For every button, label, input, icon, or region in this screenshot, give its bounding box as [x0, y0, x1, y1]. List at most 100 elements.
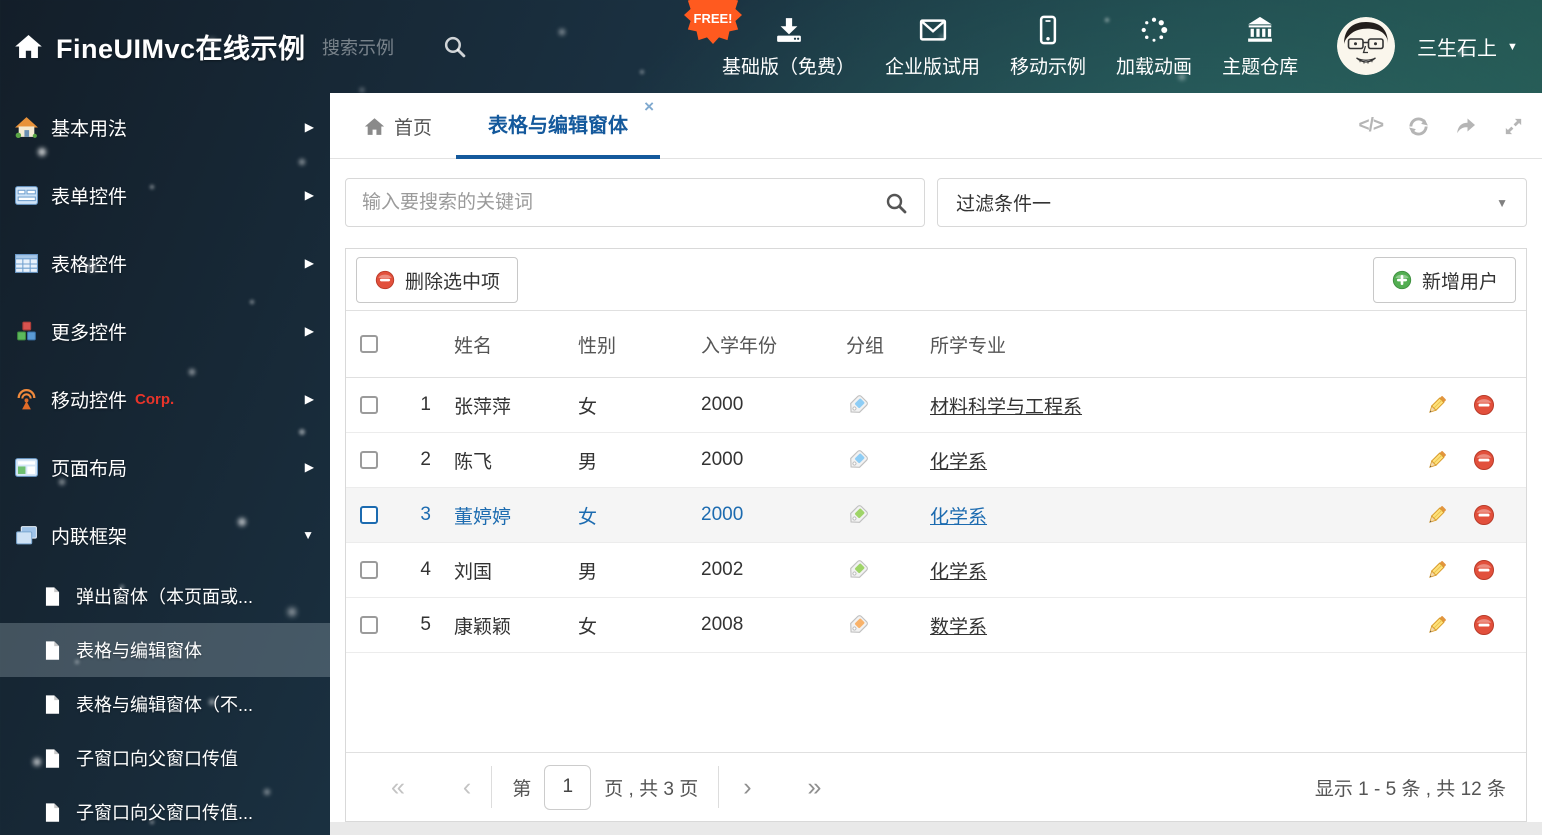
delete-selected-label: 删除选中项: [405, 271, 501, 293]
tab-active[interactable]: 表格与编辑窗体 ×: [456, 93, 660, 159]
major-link[interactable]: 材料科学与工程系: [930, 397, 1082, 418]
row-checkbox[interactable]: [359, 451, 378, 469]
table-row[interactable]: 2 陈飞 男 2000 化学系: [346, 433, 1526, 488]
source-code-icon[interactable]: </>: [1359, 115, 1385, 137]
delete-row-icon[interactable]: [1472, 393, 1496, 417]
app-header: FineUIMvc在线示例 搜索示例 FREE! 基础版（免费） 企业版试用 移…: [0, 0, 1542, 93]
grid-panel: 删除选中项 新增用户 姓名 性别 入学年份 分组 所学专业 1 张萍萍 女 20…: [345, 248, 1527, 822]
row-checkbox[interactable]: [359, 506, 378, 524]
search-icon[interactable]: [442, 34, 467, 59]
filter-row: 过滤条件一 ▼: [345, 178, 1527, 227]
sidebar-subitem[interactable]: 子窗口向父窗口传值: [0, 731, 330, 785]
avatar[interactable]: [1337, 17, 1395, 75]
sidebar-subitem[interactable]: 表格与编辑窗体: [0, 623, 330, 677]
major-link[interactable]: 化学系: [930, 452, 987, 473]
avatar-image: [1337, 17, 1395, 75]
sidebar-item[interactable]: 内联框架 ▼: [0, 501, 330, 569]
header-nav-item[interactable]: 移动示例: [1010, 15, 1086, 79]
row-checkbox[interactable]: [359, 561, 378, 579]
tab-home-label: 首页: [394, 117, 433, 139]
table-row[interactable]: 1 张萍萍 女 2000 材料科学与工程系: [346, 378, 1526, 433]
cell-gender: 男: [578, 451, 598, 473]
edit-icon[interactable]: [1425, 558, 1449, 582]
header-nav: 基础版（免费） 企业版试用 移动示例 加载动画 主题仓库: [722, 0, 1298, 93]
header-nav-item[interactable]: 基础版（免费）: [722, 15, 855, 79]
major-link[interactable]: 化学系: [930, 562, 987, 583]
column-header-group[interactable]: 分组: [846, 331, 930, 358]
delete-row-icon[interactable]: [1472, 448, 1496, 472]
column-header-major[interactable]: 所学专业: [930, 331, 1394, 358]
delete-row-icon[interactable]: [1472, 613, 1496, 637]
sidebar-item-label: 基本用法: [51, 118, 128, 140]
sidebar-item-icon: [14, 251, 39, 276]
keyword-search-input[interactable]: [362, 191, 884, 214]
edit-icon[interactable]: [1425, 393, 1449, 417]
select-all-checkbox[interactable]: [359, 335, 378, 353]
page-number-input[interactable]: [544, 764, 592, 810]
delete-selected-button[interactable]: 删除选中项: [356, 257, 519, 303]
cell-gender: 女: [578, 506, 598, 528]
table-row[interactable]: 4 刘国 男 2002 化学系: [346, 543, 1526, 598]
add-user-button[interactable]: 新增用户: [1372, 257, 1516, 303]
refresh-icon[interactable]: [1407, 115, 1430, 138]
table-row[interactable]: 5 康颖颖 女 2008 数学系: [346, 598, 1526, 653]
sidebar-item[interactable]: 移动控件 Corp. ▶: [0, 365, 330, 433]
cell-gender: 女: [578, 396, 598, 418]
sidebar-subitem[interactable]: 子窗口向父窗口传值...: [0, 785, 330, 835]
divider: [491, 766, 493, 808]
prev-page-button[interactable]: ‹: [463, 774, 471, 800]
delete-row-icon[interactable]: [1472, 558, 1496, 582]
file-icon: [42, 802, 63, 823]
last-page-button[interactable]: »: [808, 774, 822, 800]
tag-icon: [846, 614, 869, 637]
sidebar-item-icon: [14, 455, 39, 480]
sidebar-item[interactable]: 更多控件 ▶: [0, 297, 330, 365]
sidebar-item-label: 页面布局: [51, 458, 128, 480]
search-icon[interactable]: [884, 191, 908, 215]
row-checkbox[interactable]: [359, 396, 378, 414]
app-home-icon[interactable]: [14, 32, 43, 61]
column-header-gender[interactable]: 性别: [578, 331, 701, 358]
sidebar-item[interactable]: 基本用法 ▶: [0, 93, 330, 161]
edit-icon[interactable]: [1425, 448, 1449, 472]
edit-icon[interactable]: [1425, 613, 1449, 637]
major-link[interactable]: 数学系: [930, 617, 987, 638]
header-nav-item[interactable]: 企业版试用: [885, 15, 980, 79]
sidebar-item[interactable]: 表单控件 ▶: [0, 161, 330, 229]
edit-icon[interactable]: [1425, 503, 1449, 527]
corp-badge: Corp.: [135, 390, 175, 408]
filter-dropdown[interactable]: 过滤条件一 ▼: [937, 178, 1527, 227]
table-row[interactable]: 3 董婷婷 女 2000 化学系: [346, 488, 1526, 543]
first-page-button[interactable]: «: [391, 774, 405, 800]
nav-item-icon: [1245, 15, 1275, 45]
user-menu[interactable]: 三生石上 ▼: [1417, 0, 1518, 93]
column-header-year[interactable]: 入学年份: [701, 331, 846, 358]
row-checkbox[interactable]: [359, 616, 378, 634]
sidebar-item[interactable]: 表格控件 ▶: [0, 229, 330, 297]
header-search[interactable]: 搜索示例: [322, 0, 467, 93]
sidebar-item-label: 更多控件: [51, 322, 128, 344]
column-header-name[interactable]: 姓名: [441, 331, 578, 358]
sidebar-item-icon: [14, 319, 39, 344]
tag-icon: [846, 449, 869, 472]
expand-arrow-icon: ▶: [304, 392, 314, 406]
sidebar-subitem[interactable]: 表格与编辑窗体（不...: [0, 677, 330, 731]
close-icon[interactable]: ×: [644, 98, 654, 115]
major-link[interactable]: 化学系: [930, 507, 987, 528]
add-user-label: 新增用户: [1421, 271, 1498, 293]
sidebar-subitem-label: 子窗口向父窗口传值...: [76, 803, 254, 823]
sidebar-item[interactable]: 页面布局 ▶: [0, 433, 330, 501]
sidebar-subitem[interactable]: 弹出窗体（本页面或...: [0, 569, 330, 623]
nav-item-label: 移动示例: [1010, 56, 1087, 78]
sidebar-subitem-label: 表格与编辑窗体（不...: [76, 695, 254, 715]
tab-home[interactable]: 首页: [364, 93, 432, 159]
cell-year: 2000: [701, 504, 744, 525]
header-nav-item[interactable]: 加载动画: [1116, 15, 1192, 79]
share-icon[interactable]: [1454, 114, 1478, 138]
delete-row-icon[interactable]: [1472, 503, 1496, 527]
expand-icon[interactable]: [1502, 115, 1525, 138]
expand-arrow-icon: ▶: [304, 188, 314, 202]
header-nav-item[interactable]: 主题仓库: [1222, 15, 1298, 79]
nav-item-icon: [1033, 15, 1063, 45]
next-page-button[interactable]: ›: [743, 774, 751, 800]
